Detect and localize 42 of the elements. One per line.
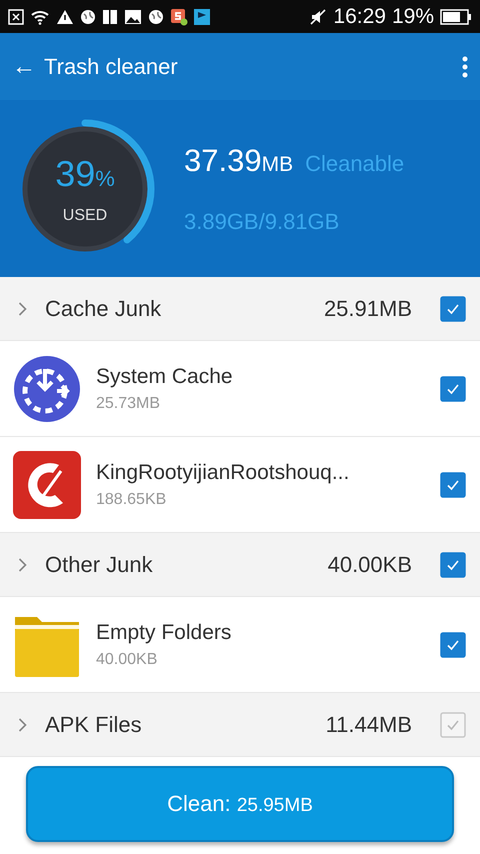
clock-time: 16:29: [333, 4, 386, 28]
checkbox[interactable]: [440, 632, 466, 658]
app-icon: [170, 8, 188, 26]
wifi-icon: [30, 8, 50, 24]
chevron-icon[interactable]: [18, 300, 27, 316]
storage-usage: 3.89GB/9.81GB: [184, 208, 340, 234]
checkbox[interactable]: [440, 472, 466, 498]
item-size: 25.73MB: [96, 394, 162, 412]
screen-title: Trash cleaner: [44, 54, 179, 80]
flag-icon: [194, 8, 210, 24]
item-size: 40.00KB: [96, 650, 158, 668]
battery-percent: 19%: [392, 4, 434, 28]
chevron-icon[interactable]: [18, 716, 27, 732]
category-size: 25.91MB: [324, 296, 412, 322]
item-size: 188.65KB: [96, 490, 168, 508]
more-options-icon[interactable]: [462, 56, 468, 78]
image-icon: [124, 8, 142, 24]
back-button[interactable]: ←: [12, 52, 36, 80]
checkbox[interactable]: [440, 296, 466, 322]
used-label: USED: [62, 206, 108, 224]
warning-icon: [56, 8, 74, 24]
checkbox[interactable]: [440, 376, 466, 402]
item-name: System Cache: [96, 364, 234, 388]
notification-icon: [8, 8, 24, 24]
cleanable-label: Cleanable: [305, 150, 404, 176]
category-name[interactable]: Other Junk: [45, 552, 328, 578]
category-name[interactable]: Cache Junk: [45, 296, 324, 322]
category-size: 11.44MB: [326, 712, 412, 738]
used-percent: 39%: [55, 152, 115, 194]
item-name: Empty Folders: [96, 620, 232, 644]
mute-icon: [309, 8, 328, 26]
app-icon: [13, 450, 81, 518]
book-icon: [102, 8, 118, 24]
clock-icon: [13, 354, 81, 422]
item-name: KingRootyijianRootshouq...: [96, 460, 350, 484]
globe-icon: [80, 8, 96, 24]
category-size: 40.00KB: [328, 552, 412, 578]
checkbox[interactable]: [440, 552, 466, 578]
cleanable-size: 37.39MB: [184, 142, 294, 178]
globe-icon: [148, 8, 164, 24]
battery-icon: [440, 8, 472, 24]
chevron-icon[interactable]: [18, 556, 27, 572]
